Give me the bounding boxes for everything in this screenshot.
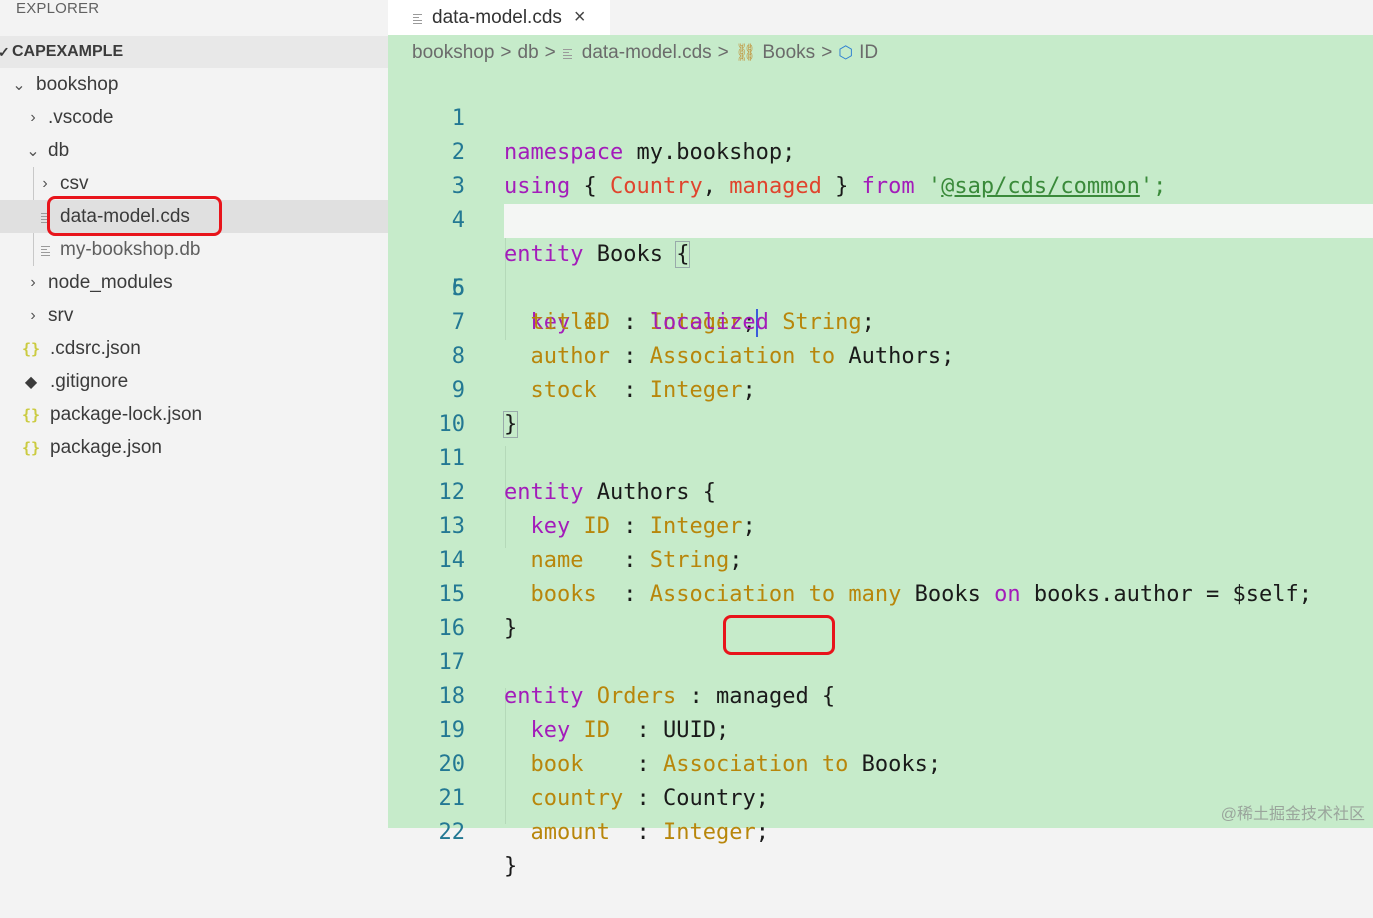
breadcrumb-item[interactable]: db bbox=[518, 42, 539, 64]
code-line: 14 books : Association to many Books on … bbox=[388, 510, 1373, 607]
tab-label: data-model.cds bbox=[432, 6, 562, 28]
tree-item-label: my-bookshop.db bbox=[60, 238, 201, 260]
code-line: 16 bbox=[388, 578, 1373, 641]
code-line: 15 } bbox=[388, 544, 1373, 641]
tree-item-label: srv bbox=[48, 304, 74, 326]
close-icon[interactable]: × bbox=[574, 6, 586, 29]
code-line: 19 book : Association to Books; bbox=[388, 680, 1373, 777]
tree-item-srv[interactable]: › srv bbox=[26, 299, 73, 332]
json-braces-icon: {} bbox=[22, 339, 41, 358]
code-line: 8 stock : Integer; bbox=[388, 306, 1373, 403]
code-line: 18 key ID : UUID; bbox=[388, 646, 1373, 743]
code-line: 10 bbox=[388, 374, 1373, 437]
code-line: 21 amount : Integer; bbox=[388, 748, 1373, 845]
file-lines-icon bbox=[40, 244, 52, 256]
code-token: } bbox=[504, 854, 518, 879]
chevron-down-icon: ⌄ bbox=[26, 142, 40, 160]
workspace-name: CAPEXAMPLE bbox=[12, 43, 124, 60]
breadcrumb-item[interactable]: data-model.cds bbox=[582, 42, 712, 64]
tree-item-package-lock-json[interactable]: {} package-lock.json bbox=[22, 398, 202, 431]
tree-item-label: .cdsrc.json bbox=[50, 337, 141, 359]
tab-data-model-cds[interactable]: data-model.cds × bbox=[388, 0, 610, 35]
watermark: @稀土掘金技术社区 bbox=[1220, 806, 1365, 823]
chevron-right-icon: › bbox=[42, 174, 48, 192]
tree-item-label: .gitignore bbox=[50, 370, 129, 392]
tree-item-label: csv bbox=[60, 172, 89, 194]
code-line: 7 author : Association to Authors; bbox=[388, 272, 1373, 369]
tree-item-label: bookshop bbox=[36, 73, 119, 95]
symbol-class-icon: ⛓ bbox=[734, 43, 757, 62]
code-token: amount bbox=[530, 820, 610, 845]
chevron-down-icon: ⌄ bbox=[12, 76, 26, 94]
chevron-right-icon: › bbox=[30, 273, 36, 291]
chevron-right-icon: › bbox=[30, 108, 36, 126]
tree-item-vscode[interactable]: › .vscode bbox=[26, 101, 113, 134]
current-line-highlight bbox=[504, 204, 1373, 238]
tree-item-my-bookshop-db[interactable]: my-bookshop.db bbox=[0, 233, 200, 266]
json-braces-icon: {} bbox=[22, 438, 41, 457]
line-number: 22 bbox=[438, 820, 466, 845]
breadcrumb-item[interactable]: bookshop bbox=[412, 42, 494, 64]
code-line: 6 title : localized String; bbox=[388, 238, 1373, 335]
code-line: 2 using { Country, managed } from '@sap/… bbox=[388, 102, 1373, 199]
tree-item-bookshop[interactable]: ⌄ bookshop bbox=[12, 68, 118, 101]
breadcrumb-separator: > bbox=[717, 42, 729, 63]
tree-item-label: package-lock.json bbox=[50, 403, 203, 425]
code-line: 12 key ID : Integer; bbox=[388, 442, 1373, 539]
tree-item-label: .vscode bbox=[48, 106, 114, 128]
tree-item-db[interactable]: ⌄ db bbox=[26, 134, 69, 167]
tree-item-label: node_modules bbox=[48, 271, 173, 293]
breadcrumb-item[interactable]: ID bbox=[859, 42, 878, 64]
annotation-highlight bbox=[723, 615, 835, 655]
tree-item-label: db bbox=[48, 139, 70, 161]
breadcrumb-item[interactable]: Books bbox=[762, 42, 815, 64]
code-line: 11 entity Authors { bbox=[388, 408, 1373, 505]
code-token: ; bbox=[755, 820, 769, 845]
workspace-section-header[interactable]: ✓ CAPEXAMPLE bbox=[0, 36, 388, 68]
chevron-down-icon: ✓ bbox=[0, 43, 10, 60]
code-token: Integer bbox=[662, 820, 756, 845]
tree-item-gitignore[interactable]: ◆ .gitignore bbox=[22, 365, 128, 398]
tree-item-cdsrc-json[interactable]: {} .cdsrc.json bbox=[22, 332, 141, 365]
chevron-right-icon: › bbox=[30, 306, 36, 324]
code-line: 4 entity Books { bbox=[388, 170, 1373, 268]
code-line: 17 entity Orders : managed { bbox=[388, 612, 1373, 709]
code-line: 3 bbox=[388, 136, 1373, 199]
explorer-sidebar: EXPLORER ✓ CAPEXAMPLE ⌄ bookshop › .vsco… bbox=[0, 0, 388, 828]
breadcrumb-separator: > bbox=[544, 42, 556, 63]
code-line-current: 5 key ID : Integer; bbox=[388, 204, 1373, 337]
code-editor[interactable]: bookshop > db > data-model.cds > ⛓ Books… bbox=[388, 35, 1373, 879]
tree-item-node-modules[interactable]: › node_modules bbox=[26, 266, 173, 299]
code-line: 9 } bbox=[388, 340, 1373, 438]
tree-item-label: package.json bbox=[50, 436, 162, 458]
file-lines-icon bbox=[562, 47, 574, 60]
breadcrumb-separator: > bbox=[821, 42, 833, 63]
symbol-field-cube-icon: ⬡ bbox=[838, 43, 854, 62]
json-braces-icon: {} bbox=[22, 405, 41, 424]
git-diamond-icon: ◆ bbox=[24, 373, 38, 391]
tree-item-package-json[interactable]: {} package.json bbox=[22, 431, 162, 464]
breadcrumb-separator: > bbox=[500, 42, 512, 63]
editor-tab-bar: data-model.cds × bbox=[388, 0, 1373, 35]
annotation-highlight bbox=[47, 196, 222, 236]
file-lines-icon bbox=[412, 12, 424, 24]
breadcrumb: bookshop > db > data-model.cds > ⛓ Books… bbox=[412, 38, 878, 68]
code-token: : bbox=[609, 820, 663, 845]
code-line: 20 country : Country; bbox=[388, 714, 1373, 811]
explorer-title: EXPLORER bbox=[16, 0, 100, 17]
code-line: 1 namespace my.bookshop; bbox=[388, 68, 1373, 165]
code-line: 13 name : String; bbox=[388, 476, 1373, 573]
